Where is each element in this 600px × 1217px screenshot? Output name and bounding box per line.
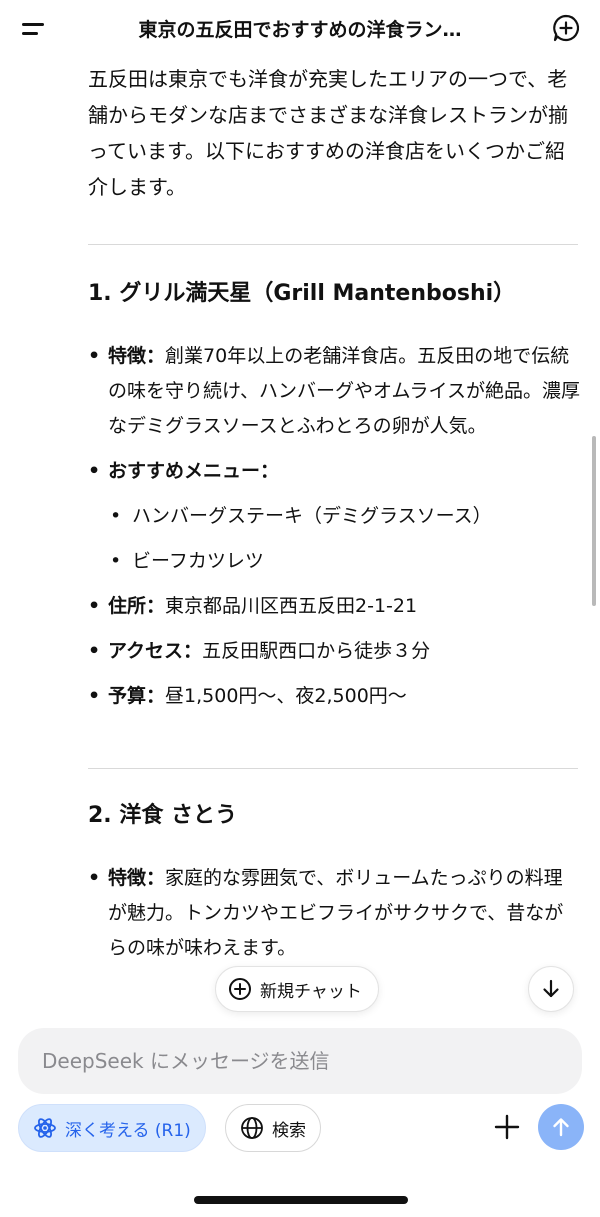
add-circle-icon [229,978,251,1000]
new-chat-label: 新規チャット [260,981,362,1002]
message-content[interactable]: 五反田は東京でも洋食が充実したエリアの一つで、老舗からモダンな店までさまざまな洋… [88,56,580,1000]
list-item: 予算：昼1,500円〜、夜2,500円〜 [88,679,580,714]
deep-think-button[interactable]: 深く考える (R1) [18,1104,206,1152]
address-text: 東京都品川区西五反田2-1-21 [165,595,418,617]
section-title: 1. グリル満天星（Grill Mantenboshi） [88,281,516,306]
budget-text: 昼1,500円〜、夜2,500円〜 [165,685,407,707]
menu-label: おすすめメニュー： [108,460,280,482]
menu-button[interactable] [6,0,62,56]
list-item: 住所：東京都品川区西五反田2-1-21 [88,589,580,624]
scroll-down-button[interactable] [528,966,574,1012]
composer-toolbar: 深く考える (R1) 検索 [0,1104,600,1154]
search-button[interactable]: 検索 [225,1104,321,1152]
arrow-up-icon [553,1118,569,1137]
list-item: おすすめメニュー： ハンバーグステーキ（デミグラスソース） ビーフカツレツ [88,454,580,579]
list-item: 特徴：創業70年以上の老舗洋食店。五反田の地で伝統の味を守り続け、ハンバーグやオ… [88,339,580,444]
feature-label: 特徴： [108,345,166,367]
menu-icon [22,20,46,36]
deep-think-label: 深く考える (R1) [65,1120,191,1141]
budget-label: 予算： [108,685,166,707]
section-title: 2. 洋食 さとう [88,803,237,828]
globe-icon [241,1117,263,1139]
search-label: 検索 [272,1120,306,1141]
scrollbar[interactable] [592,436,596,606]
message-composer [18,1028,582,1094]
menu-list: ハンバーグステーキ（デミグラスソース） ビーフカツレツ [108,499,580,579]
feature-text: 家庭的な雰囲気で、ボリュームたっぷりの料理が魅力。トンカツやエビフライがサクサク… [108,867,564,959]
address-label: 住所： [108,595,166,617]
list-item: アクセス：五反田駅西口から徒歩３分 [88,634,580,669]
access-label: アクセス： [108,640,203,662]
chat-title[interactable]: 東京の五反田でおすすめの洋食ラン… [62,15,538,42]
top-bar: 東京の五反田でおすすめの洋食ラン… [0,0,600,56]
message-input[interactable] [40,1048,564,1074]
menu-item: ハンバーグステーキ（デミグラスソース） [110,499,580,534]
new-chat-chip[interactable]: 新規チャット [215,966,379,1012]
restaurant-details: 特徴：創業70年以上の老舗洋食店。五反田の地で伝統の味を守り続け、ハンバーグやオ… [88,339,580,714]
section-divider [88,768,578,769]
intro-paragraph: 五反田は東京でも洋食が充実したエリアの一つで、老舗からモダンな店までさまざまな洋… [88,67,568,199]
feature-label: 特徴： [108,867,166,889]
atom-icon [34,1118,56,1138]
home-indicator[interactable] [194,1196,408,1204]
send-button[interactable] [538,1104,584,1150]
arrow-down-icon [543,979,559,998]
plus-icon [494,1114,520,1140]
section-divider [88,244,578,245]
menu-item: ビーフカツレツ [110,544,580,579]
new-chat-button[interactable] [538,0,594,56]
new-chat-icon [553,14,580,42]
access-text: 五反田駅西口から徒歩３分 [202,640,431,662]
feature-text: 創業70年以上の老舗洋食店。五反田の地で伝統の味を守り続け、ハンバーグやオムライ… [108,345,580,437]
attach-button[interactable] [486,1106,528,1148]
